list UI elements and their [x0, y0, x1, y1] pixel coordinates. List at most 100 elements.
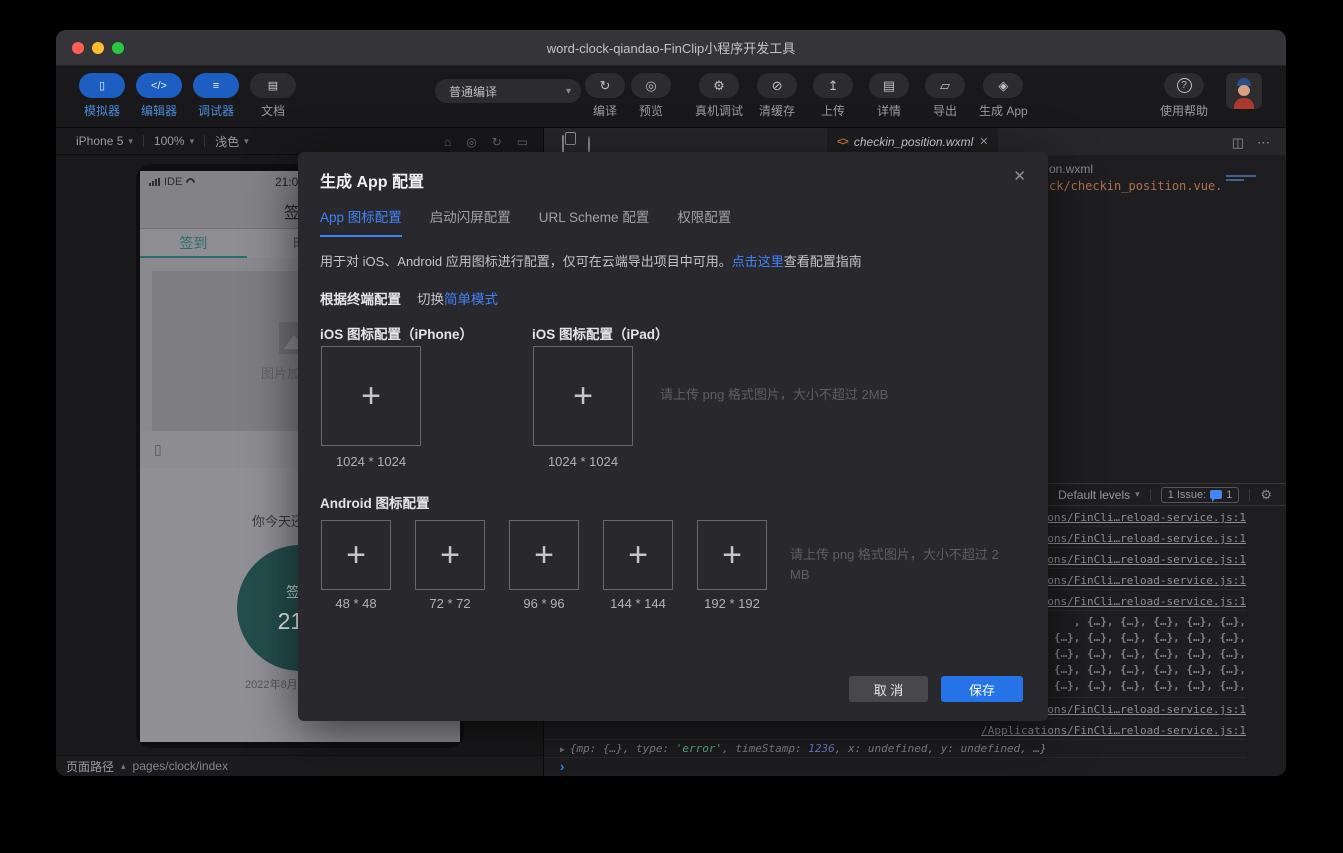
tab-permission-config[interactable]: 权限配置 — [677, 206, 731, 237]
simulator-button[interactable]: ▯ 模拟器 — [78, 73, 126, 119]
ipad-icon-upload[interactable]: + — [533, 346, 633, 446]
simulator-label: 模拟器 — [84, 102, 120, 119]
android-96-size: 96 * 96 — [509, 596, 579, 611]
error-text: , x: undefined, y: undefined, …} — [835, 742, 1047, 755]
help-button[interactable]: ? 使用帮助 — [1160, 73, 1208, 119]
compile-mode-select[interactable]: 普通编译 ▾ — [435, 79, 581, 103]
export-button[interactable]: ▱ 导出 — [923, 73, 967, 119]
eye-icon: ◎ — [631, 73, 671, 98]
simulator-controls: ⌂ ◎ ↻ ▭ — [444, 128, 528, 155]
android-96-upload[interactable]: + — [509, 520, 579, 590]
source-link[interactable]: ons/FinCli…reload-service.js:1 — [1047, 595, 1246, 608]
sliders-icon: ≡ — [213, 80, 219, 92]
rotate-icon[interactable]: ↻ — [492, 135, 502, 149]
debugger-button[interactable]: ≡ 调试器 — [192, 73, 240, 119]
source-link[interactable]: ons/FinCli…reload-service.js:1 — [1047, 703, 1246, 716]
tab-checkin-position[interactable]: <> checkin_position.wxml ✕ — [827, 128, 998, 155]
carrier-label: IDE — [164, 176, 182, 188]
location-icon[interactable]: ◎ — [466, 135, 476, 149]
source-link[interactable]: ons/FinCli…reload-service.js:1 — [1047, 532, 1246, 545]
titlebar: word-clock-qiandao-FinClip小程序开发工具 — [56, 30, 1286, 66]
issues-button[interactable]: 1 Issue: 1 — [1161, 487, 1240, 503]
upload-label: 上传 — [821, 102, 845, 119]
tab-url-scheme-config[interactable]: URL Scheme 配置 — [539, 206, 650, 237]
resize-icon[interactable]: ▭ — [517, 135, 528, 149]
source-link[interactable]: /Applications/FinCli…reload-service.js:1 — [981, 724, 1246, 737]
device-debug-button[interactable]: ⚙ 真机调试 — [695, 73, 743, 119]
ios-ipad-section-title: iOS 图标配置（iPad） — [532, 323, 669, 343]
avatar-body — [1234, 98, 1254, 109]
theme-select[interactable]: 浅色 ▾ — [205, 133, 259, 150]
simple-mode-link[interactable]: 简单模式 — [444, 292, 498, 307]
minimize-window-button[interactable] — [92, 42, 104, 54]
android-72-upload[interactable]: + — [415, 520, 485, 590]
upload-button[interactable]: ↥ 上传 — [811, 73, 855, 119]
plus-icon: + — [440, 538, 460, 572]
editor-button[interactable]: </> 编辑器 — [135, 73, 183, 119]
cancel-button[interactable]: 取 消 — [849, 676, 928, 702]
folder-icon: ▱ — [925, 73, 965, 98]
source-link[interactable]: ons/FinCli…reload-service.js:1 — [1047, 553, 1246, 566]
source-link[interactable]: ons/FinCli…reload-service.js:1 — [1047, 511, 1246, 524]
tab-splash-config[interactable]: 启动闪屏配置 — [430, 206, 511, 237]
docs-button[interactable]: ▤ 文档 — [249, 73, 297, 119]
config-mode-row: 根据终端配置切换简单模式 — [320, 288, 498, 308]
iphone-icon-size: 1024 * 1024 — [321, 454, 421, 469]
phone-icon: ▯ — [99, 79, 105, 92]
zoom-select[interactable]: 100% ▾ — [144, 134, 204, 148]
minimap[interactable] — [1226, 175, 1256, 183]
signal-icon — [149, 178, 160, 186]
compile-button[interactable]: ↻ 编译 — [583, 73, 627, 119]
plus-icon: + — [346, 538, 366, 572]
source-link[interactable]: ons/FinCli…reload-service.js:1 — [1047, 574, 1246, 587]
save-button[interactable]: 保存 — [941, 676, 1023, 702]
close-window-button[interactable] — [72, 42, 84, 54]
generate-app-label: 生成 App — [979, 102, 1028, 119]
docs-label: 文档 — [261, 102, 285, 119]
document-icon: ▤ — [268, 79, 278, 92]
modal-title: 生成 App 配置 — [320, 168, 424, 192]
expand-arrow-icon[interactable]: ▶ — [560, 745, 565, 754]
log-level-select[interactable]: Default levels ▾ — [1058, 488, 1140, 502]
page-path-label: 页面路径 — [66, 758, 114, 775]
guide-link[interactable]: 点击这里 — [732, 254, 784, 269]
android-192-upload[interactable]: + — [697, 520, 767, 590]
split-view-icon[interactable]: ◫ — [1232, 135, 1244, 151]
app-window: word-clock-qiandao-FinClip小程序开发工具 ▯ 模拟器 … — [56, 30, 1286, 776]
android-144-upload[interactable]: + — [603, 520, 673, 590]
console-prompt[interactable]: › — [544, 757, 1246, 775]
details-label: 详情 — [877, 102, 901, 119]
device-icon: ⚙ — [699, 73, 739, 98]
prompt-chevron-icon: › — [560, 759, 564, 774]
chevron-down-icon: ▾ — [128, 136, 133, 147]
settings-gear-icon[interactable]: ⚙ — [1260, 487, 1272, 503]
issues-label: 1 Issue: — [1168, 489, 1207, 501]
detail-icon: ▤ — [869, 73, 909, 98]
iphone-icon-upload[interactable]: + — [321, 346, 421, 446]
caret-up-icon[interactable]: ▴ — [121, 761, 126, 772]
device-select[interactable]: iPhone 5 ▾ — [66, 134, 143, 148]
tab-app-icon-config[interactable]: App 图标配置 — [320, 206, 402, 237]
zoom-window-button[interactable] — [112, 42, 124, 54]
details-button[interactable]: ▤ 详情 — [867, 73, 911, 119]
chevron-down-icon: ▾ — [244, 136, 249, 147]
mode-label: 根据终端配置 — [320, 292, 401, 307]
page-path-bar: 页面路径 ▴ pages/clock/index — [56, 755, 543, 776]
generate-app-button[interactable]: ◈ 生成 App — [979, 73, 1028, 119]
traffic-lights — [72, 42, 124, 54]
android-48-upload[interactable]: + — [321, 520, 391, 590]
date-text: 2022年8月 — [245, 676, 298, 692]
plus-icon: + — [361, 379, 381, 413]
close-modal-icon[interactable]: ✕ — [1013, 167, 1026, 185]
close-tab-icon[interactable]: ✕ — [979, 135, 988, 148]
page-path-value[interactable]: pages/clock/index — [133, 759, 228, 773]
home-icon[interactable]: ⌂ — [444, 135, 451, 149]
more-options-icon[interactable]: ⋯ — [1257, 135, 1270, 151]
phone-tab-checkin[interactable]: 签到 — [140, 229, 247, 258]
preview-button[interactable]: ◎ 预览 — [629, 73, 673, 119]
modal-description: 用于对 iOS、Android 应用图标进行配置，仅可在云端导出项目中可用。点击… — [320, 251, 862, 270]
editor-breadcrumb: on.wxml — [1049, 162, 1093, 176]
user-avatar[interactable] — [1226, 73, 1262, 109]
error-text: {mp: {…}, type: — [570, 742, 676, 755]
clear-cache-button[interactable]: ⊘ 清缓存 — [755, 73, 799, 119]
